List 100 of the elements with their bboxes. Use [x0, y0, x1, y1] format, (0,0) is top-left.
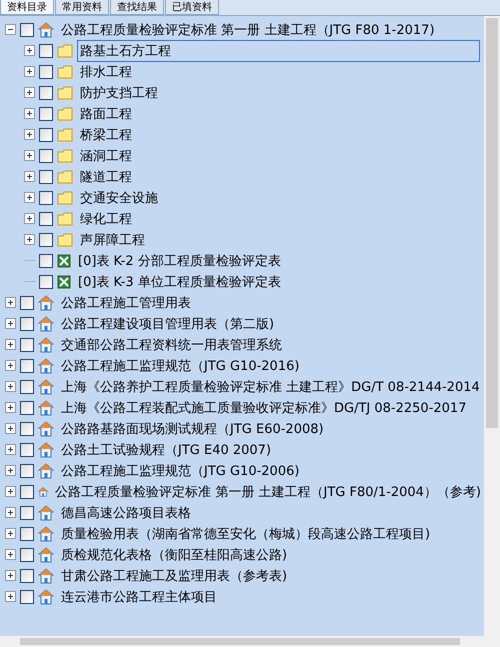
expand-icon[interactable] — [24, 150, 35, 161]
expand-icon[interactable] — [24, 129, 35, 140]
house-icon — [38, 504, 54, 520]
expand-icon[interactable] — [5, 570, 16, 581]
folder-icon — [57, 106, 73, 120]
expand-icon[interactable] — [5, 339, 16, 350]
house-icon — [38, 546, 54, 562]
tab[interactable]: 常用资料 — [55, 0, 109, 15]
tree-item[interactable]: 上海《公路工程装配式施工质量验收评定标准》DG/TJ 08-2250-2017 — [58, 396, 470, 418]
tree-item[interactable]: 防护支挡工程 — [77, 82, 161, 104]
tree-item[interactable]: 绿化工程 — [77, 208, 135, 230]
checkbox[interactable] — [20, 22, 34, 36]
tree-item[interactable]: 公路工程质量检验评定标准 第一册 土建工程（JTG F80 1-2017) — [58, 18, 438, 40]
folder-icon — [57, 212, 73, 226]
checkbox[interactable] — [20, 316, 34, 330]
tree-item[interactable]: 交通安全设施 — [77, 186, 161, 208]
expand-icon[interactable] — [5, 507, 16, 518]
checkbox[interactable] — [39, 44, 53, 58]
tab[interactable]: 已填资料 — [165, 0, 219, 15]
checkbox[interactable] — [20, 464, 34, 478]
expand-icon[interactable] — [5, 402, 16, 413]
checkbox[interactable] — [39, 274, 53, 288]
tab[interactable]: 资料目录 — [0, 0, 54, 15]
folder-icon — [57, 128, 73, 142]
checkbox[interactable] — [39, 232, 53, 246]
tree-item[interactable]: 路面工程 — [77, 102, 135, 124]
checkbox[interactable] — [39, 170, 53, 184]
folder-icon — [57, 170, 73, 184]
tree-item[interactable]: 路基土石方工程 — [77, 40, 480, 62]
tree-item[interactable]: 交通部公路工程资料统一用表管理系统 — [58, 334, 285, 356]
checkbox[interactable] — [20, 422, 34, 436]
tree-item[interactable]: [0]表 K-2 分部工程质量检验评定表 — [75, 250, 284, 272]
expand-icon[interactable] — [24, 108, 35, 119]
tree-item[interactable]: 公路工程建设项目管理用表（第二版) — [58, 312, 278, 334]
checkbox[interactable] — [20, 380, 34, 394]
checkbox[interactable] — [20, 400, 34, 414]
tree-item[interactable]: 德昌高速公路项目表格 — [58, 502, 194, 524]
expand-icon[interactable] — [5, 360, 16, 371]
tree-item[interactable]: 公路土工试验规程（JTG E40 2007) — [58, 438, 274, 460]
checkbox[interactable] — [20, 358, 34, 372]
checkbox[interactable] — [39, 190, 53, 204]
checkbox[interactable] — [39, 86, 53, 100]
checkbox[interactable] — [20, 548, 34, 562]
expand-icon[interactable] — [5, 549, 16, 560]
tree-item[interactable]: 甘肃公路工程施工及监理用表（参考表) — [58, 564, 290, 586]
tree-item[interactable]: 公路工程施工监理规范（JTG G10-2006) — [58, 460, 302, 482]
tree-item[interactable]: 隧道工程 — [77, 166, 135, 188]
checkbox[interactable] — [39, 212, 53, 226]
house-icon — [38, 420, 54, 436]
tree-item[interactable]: 质量检验用表（湖南省常德至安化（梅城）段高速公路工程项目) — [58, 522, 434, 544]
vertical-scrollbar[interactable] — [484, 16, 500, 636]
house-icon — [38, 336, 54, 352]
tree-item[interactable]: 排水工程 — [77, 60, 135, 82]
checkbox[interactable] — [20, 506, 34, 520]
house-icon — [38, 378, 54, 394]
expand-icon[interactable] — [24, 171, 35, 182]
tree-item[interactable]: [0]表 K-3 单位工程质量检验评定表 — [75, 270, 284, 292]
expand-icon[interactable] — [5, 423, 16, 434]
house-icon — [38, 358, 54, 374]
checkbox[interactable] — [39, 254, 53, 268]
tree-item[interactable]: 公路工程质量检验评定标准 第一册 土建工程（JTG F80/1-2004）（参考) — [52, 480, 484, 502]
house-icon — [38, 462, 54, 478]
tree-item[interactable]: 桥梁工程 — [77, 124, 135, 146]
checkbox[interactable] — [39, 148, 53, 162]
collapse-icon[interactable] — [5, 24, 16, 35]
expand-icon[interactable] — [5, 591, 16, 602]
expand-icon[interactable] — [24, 234, 35, 245]
expand-icon[interactable] — [5, 381, 16, 392]
tree-item[interactable]: 公路工程施工管理用表 — [58, 292, 194, 314]
horizontal-scrollbar[interactable] — [0, 636, 500, 647]
tree-item[interactable]: 声屏障工程 — [77, 228, 148, 250]
checkbox[interactable] — [20, 526, 34, 540]
checkbox[interactable] — [20, 590, 34, 604]
expand-icon[interactable] — [5, 528, 16, 539]
checkbox[interactable] — [20, 338, 34, 352]
tree-item[interactable]: 上海《公路养护工程质量检验评定标准 土建工程》DG/T 08-2144-2014 — [58, 376, 483, 398]
tab[interactable]: 查找结果 — [110, 0, 164, 15]
expand-icon[interactable] — [5, 318, 16, 329]
checkbox[interactable] — [39, 106, 53, 120]
checkbox[interactable] — [39, 64, 53, 78]
expand-icon[interactable] — [5, 444, 16, 455]
checkbox[interactable] — [20, 296, 34, 310]
expand-icon[interactable] — [24, 45, 35, 56]
expand-icon[interactable] — [24, 192, 35, 203]
checkbox[interactable] — [39, 128, 53, 142]
expand-icon[interactable] — [5, 486, 16, 497]
tree-item[interactable]: 质检规范化表格（衡阳至桂阳高速公路) — [58, 544, 290, 566]
checkbox[interactable] — [20, 568, 34, 582]
checkbox[interactable] — [20, 484, 34, 498]
expand-icon[interactable] — [24, 87, 35, 98]
tree-item[interactable]: 公路路基路面现场测试规程（JTG E60-2008) — [58, 418, 327, 440]
expand-icon[interactable] — [24, 66, 35, 77]
checkbox[interactable] — [20, 442, 34, 456]
tree-item[interactable]: 连云港市公路工程主体项目 — [58, 586, 220, 608]
house-icon — [38, 294, 54, 310]
tree-item[interactable]: 公路工程施工监理规范（JTG G10-2016) — [58, 354, 302, 376]
expand-icon[interactable] — [24, 213, 35, 224]
expand-icon[interactable] — [5, 465, 16, 476]
expand-icon[interactable] — [5, 297, 16, 308]
tree-item[interactable]: 涵洞工程 — [77, 144, 135, 166]
